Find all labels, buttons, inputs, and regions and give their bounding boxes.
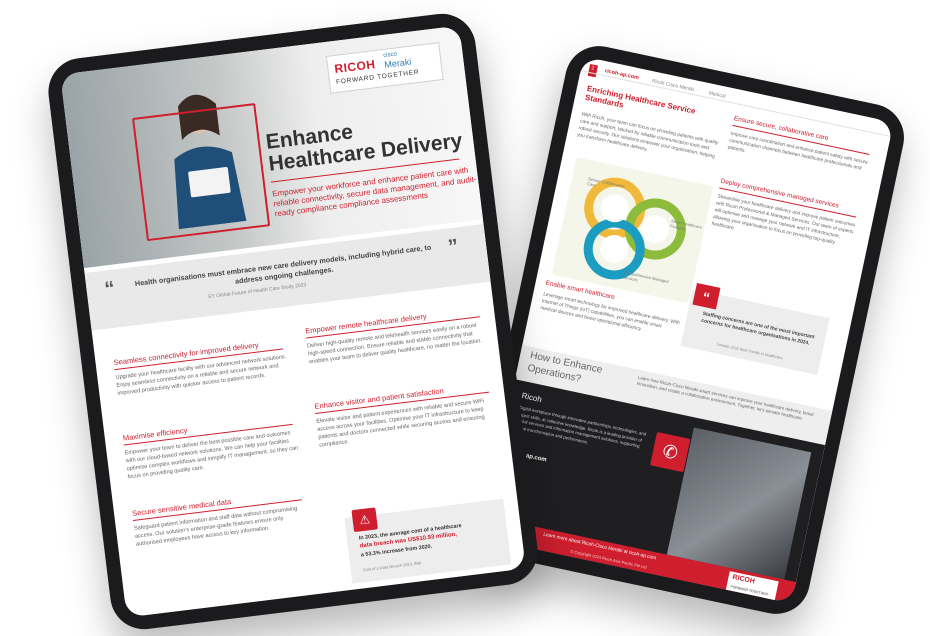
tablet-back-screen: 2 ricoh-ap.com Ricoh Cisco Meraki Medica… [481, 56, 894, 604]
footer-tagline: FORWARD TOGETHER [730, 584, 769, 597]
phone-icon: ✆ [650, 431, 691, 473]
quote-icon: “ [692, 282, 721, 310]
logo-ricoh: RICOH [333, 57, 377, 77]
warning-icon: ⚠ [351, 507, 378, 533]
hero-red-frame [132, 102, 271, 242]
footer-logo: RICOH [731, 573, 756, 586]
tablet-front-screen: RICOH cisco Meraki FORWARD TOGETHER Enha… [60, 25, 526, 618]
tablet-front: RICOH cisco Meraki FORWARD TOGETHER Enha… [44, 9, 542, 634]
logo-meraki: Meraki [383, 56, 412, 70]
